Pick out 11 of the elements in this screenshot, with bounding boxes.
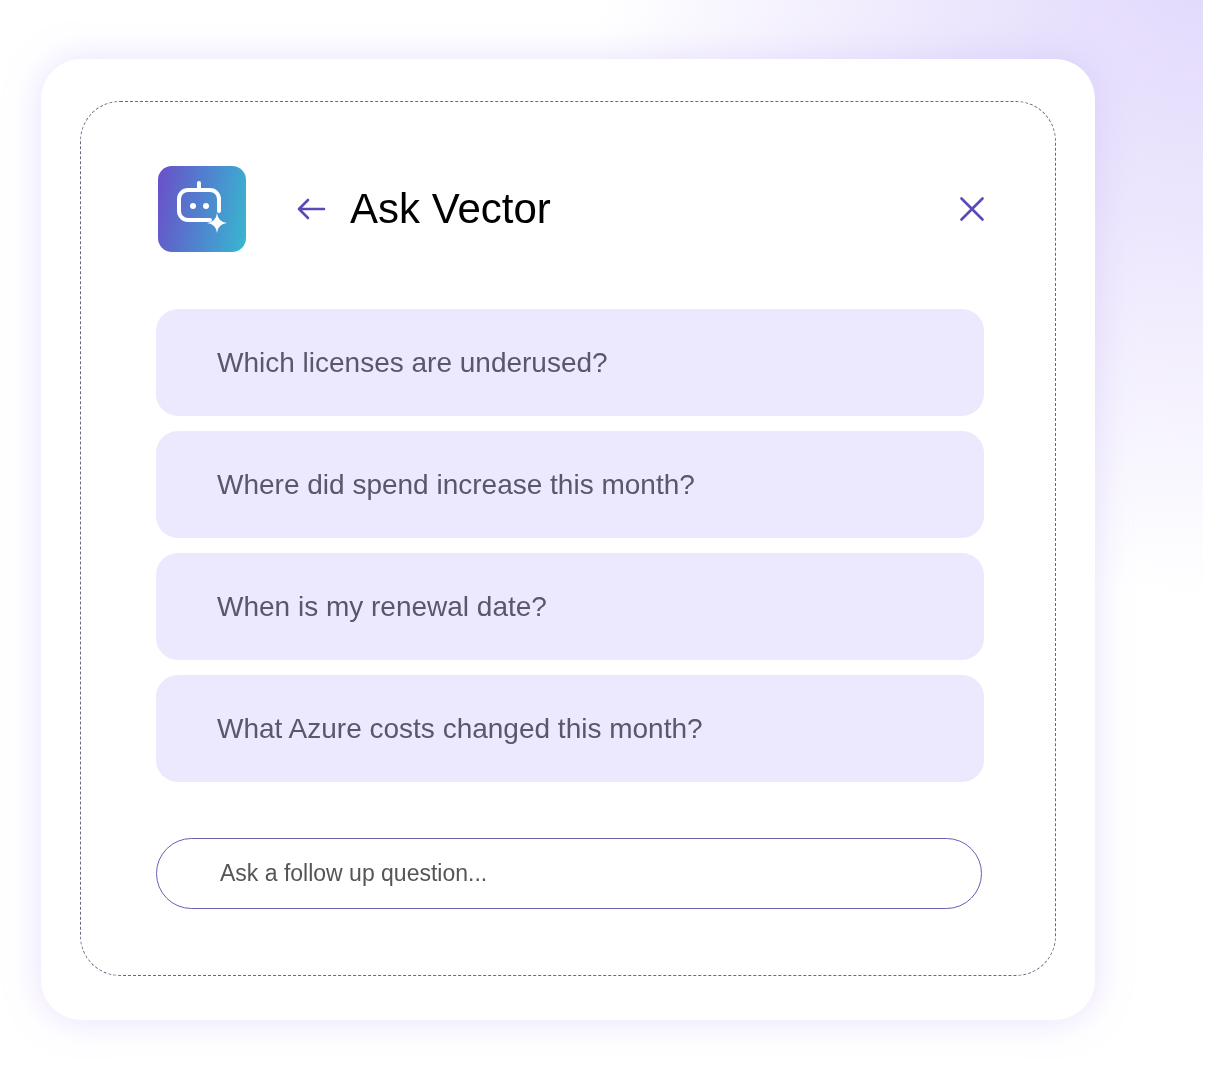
- question-input-field[interactable]: Ask a follow up question...: [156, 838, 982, 909]
- robot-sparkle-icon: [158, 166, 246, 252]
- suggested-question-button[interactable]: Which licenses are underused?: [156, 309, 984, 416]
- close-button[interactable]: [960, 197, 984, 221]
- back-button[interactable]: [296, 197, 326, 221]
- panel-title: Ask Vector: [350, 185, 551, 233]
- suggested-question-button[interactable]: What Azure costs changed this month?: [156, 675, 984, 782]
- suggested-question-button[interactable]: Where did spend increase this month?: [156, 431, 984, 538]
- suggested-question-button[interactable]: When is my renewal date?: [156, 553, 984, 660]
- back-arrow-icon: [296, 197, 326, 221]
- close-icon: [960, 197, 984, 221]
